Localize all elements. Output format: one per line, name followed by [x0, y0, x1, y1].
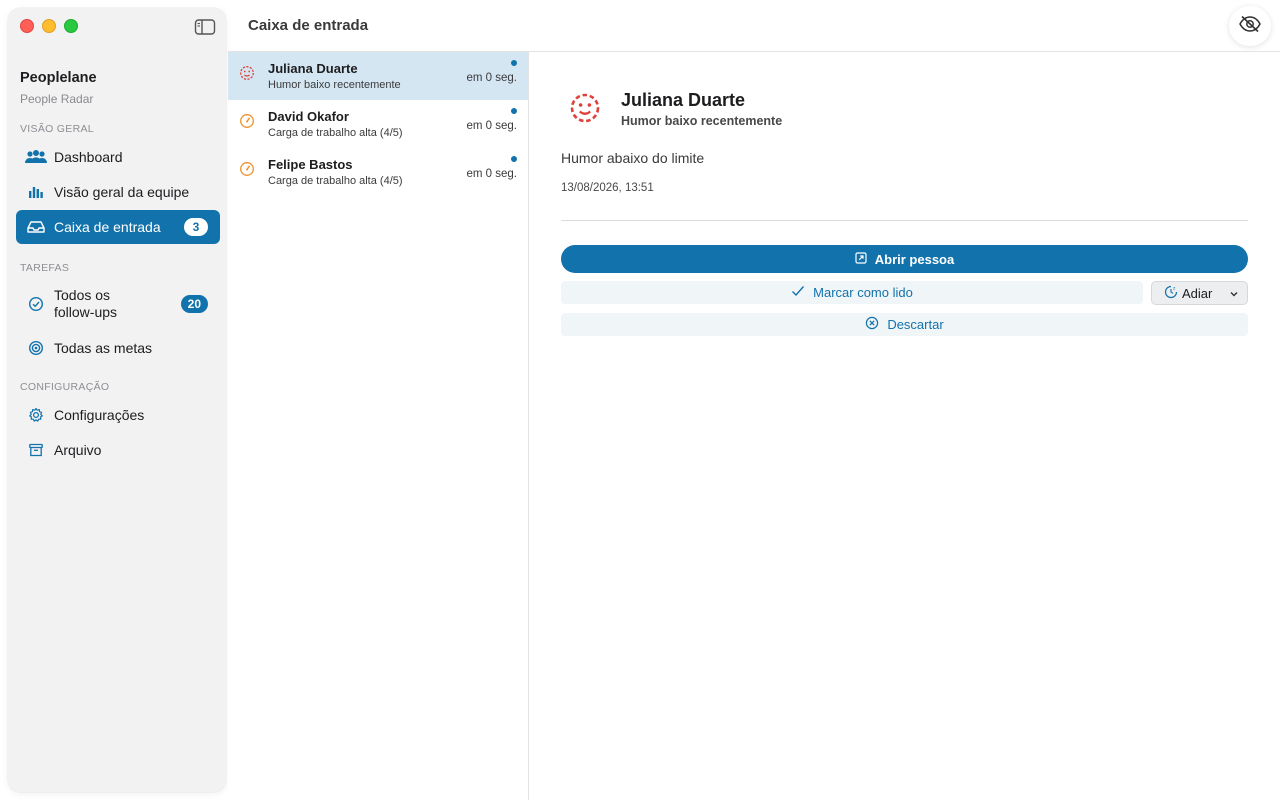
inbox-item-name: David Okafor — [268, 109, 349, 124]
snooze-clock-icon: z — [1164, 285, 1178, 302]
chevron-down-icon — [1229, 287, 1239, 302]
inbox-item-time: em 0 seg. — [466, 72, 518, 84]
open-person-button[interactable]: Abrir pessoa — [561, 245, 1248, 273]
archive-icon — [24, 440, 48, 460]
check-circle-icon — [24, 294, 48, 314]
inbox-count-badge: 3 — [184, 218, 208, 236]
app-subtitle: People Radar — [20, 92, 94, 106]
snooze-label: Adiar — [1182, 285, 1213, 301]
sidebar-item-dashboard[interactable]: Dashboard — [16, 140, 220, 174]
unread-dot — [511, 108, 517, 114]
app-name: Peoplelane — [20, 70, 97, 86]
sidebar-item-label: Todos os follow-ups — [54, 287, 118, 320]
close-window-button[interactable] — [20, 19, 34, 33]
inbox-item-felipe[interactable]: Felipe Bastos Carga de trabalho alta (4/… — [228, 148, 528, 196]
app-window: Peoplelane People Radar VISÃO GERAL Dash… — [0, 0, 1280, 800]
target-icon — [24, 338, 48, 358]
svg-text:z: z — [1173, 286, 1176, 291]
mood-face-icon — [239, 65, 255, 81]
gauge-icon — [239, 161, 255, 177]
unread-dot — [511, 60, 517, 66]
gauge-icon — [239, 113, 255, 129]
page-title: Caixa de entrada — [248, 17, 369, 34]
sidebar-item-label: Todas as metas — [54, 340, 153, 356]
sidebar-item-team-overview[interactable]: Visão geral da equipe — [16, 175, 220, 209]
inbox-item-time: em 0 seg. — [466, 120, 518, 132]
inbox-item-time: em 0 seg. — [466, 168, 518, 180]
detail-subtitle: Humor baixo recentemente — [621, 114, 783, 128]
section-label-overview: VISÃO GERAL — [20, 123, 94, 135]
sidebar-item-label: Configurações — [54, 407, 145, 423]
window-controls — [20, 19, 78, 33]
unread-dot — [511, 156, 517, 162]
zoom-window-button[interactable] — [64, 19, 78, 33]
detail-date: 13/08/2026, 13:51 — [561, 182, 654, 194]
followups-count-badge: 20 — [180, 295, 208, 313]
minimize-window-button[interactable] — [42, 19, 56, 33]
open-person-label: Abrir pessoa — [874, 251, 955, 267]
sidebar-item-goals[interactable]: Todas as metas — [16, 331, 220, 365]
sidebar-container: Peoplelane People Radar VISÃO GERAL Dash… — [0, 0, 228, 800]
eye-slash-icon — [1238, 15, 1262, 38]
inbox-item-name: Felipe Bastos — [268, 157, 353, 172]
section-label-tasks: TAREFAS — [20, 262, 70, 274]
sidebar-item-label: Dashboard — [54, 149, 123, 165]
checkmark-icon — [791, 285, 805, 300]
sidebar-item-inbox[interactable]: Caixa de entrada 3 — [16, 210, 220, 244]
inbox-item-subtitle: Carga de trabalho alta (4/5) — [268, 175, 403, 187]
open-external-icon — [855, 251, 867, 267]
mark-read-button[interactable]: Marcar como lido — [561, 281, 1143, 304]
sidebar-item-followups[interactable]: Todos os follow-ups 20 — [16, 284, 220, 324]
inbox-item-juliana[interactable]: Juliana Duarte Humor baixo recentemente … — [228, 52, 528, 100]
x-circle-icon — [865, 316, 879, 333]
dismiss-label: Descartar — [887, 317, 944, 332]
inbox-list: Juliana Duarte Humor baixo recentemente … — [228, 52, 528, 800]
inbox-item-subtitle: Carga de trabalho alta (4/5) — [268, 127, 403, 139]
sidebar-item-settings[interactable]: Configurações — [16, 398, 220, 432]
inbox-item-subtitle: Humor baixo recentemente — [268, 79, 401, 91]
inbox-item-name: Juliana Duarte — [268, 61, 358, 76]
detail-pane: Juliana Duarte Humor baixo recentemente … — [529, 52, 1280, 800]
chart-bars-icon — [24, 182, 48, 202]
mark-read-label: Marcar como lido — [813, 285, 913, 300]
privacy-toggle-button[interactable] — [1229, 6, 1271, 46]
people-icon — [24, 147, 48, 167]
sidebar-item-archive[interactable]: Arquivo — [16, 433, 220, 467]
inbox-item-david[interactable]: David Okafor Carga de trabalho alta (4/5… — [228, 100, 528, 148]
dismiss-button[interactable]: Descartar — [561, 313, 1248, 336]
sidebar-item-label: Arquivo — [54, 442, 102, 458]
detail-message: Humor abaixo do limite — [561, 150, 705, 166]
detail-person-name: Juliana Duarte — [621, 90, 746, 110]
section-label-config: CONFIGURAÇÃO — [20, 381, 110, 393]
sidebar-item-label: Visão geral da equipe — [54, 184, 190, 200]
mood-face-icon — [569, 92, 601, 124]
sidebar-item-label: Caixa de entrada — [54, 219, 161, 235]
sidebar: Peoplelane People Radar VISÃO GERAL Dash… — [8, 8, 226, 792]
sidebar-toggle-icon[interactable] — [194, 18, 216, 36]
snooze-dropdown[interactable]: z Adiar — [1151, 281, 1248, 305]
detail-divider — [561, 220, 1248, 221]
inbox-icon — [24, 217, 48, 237]
gear-icon — [24, 405, 48, 425]
